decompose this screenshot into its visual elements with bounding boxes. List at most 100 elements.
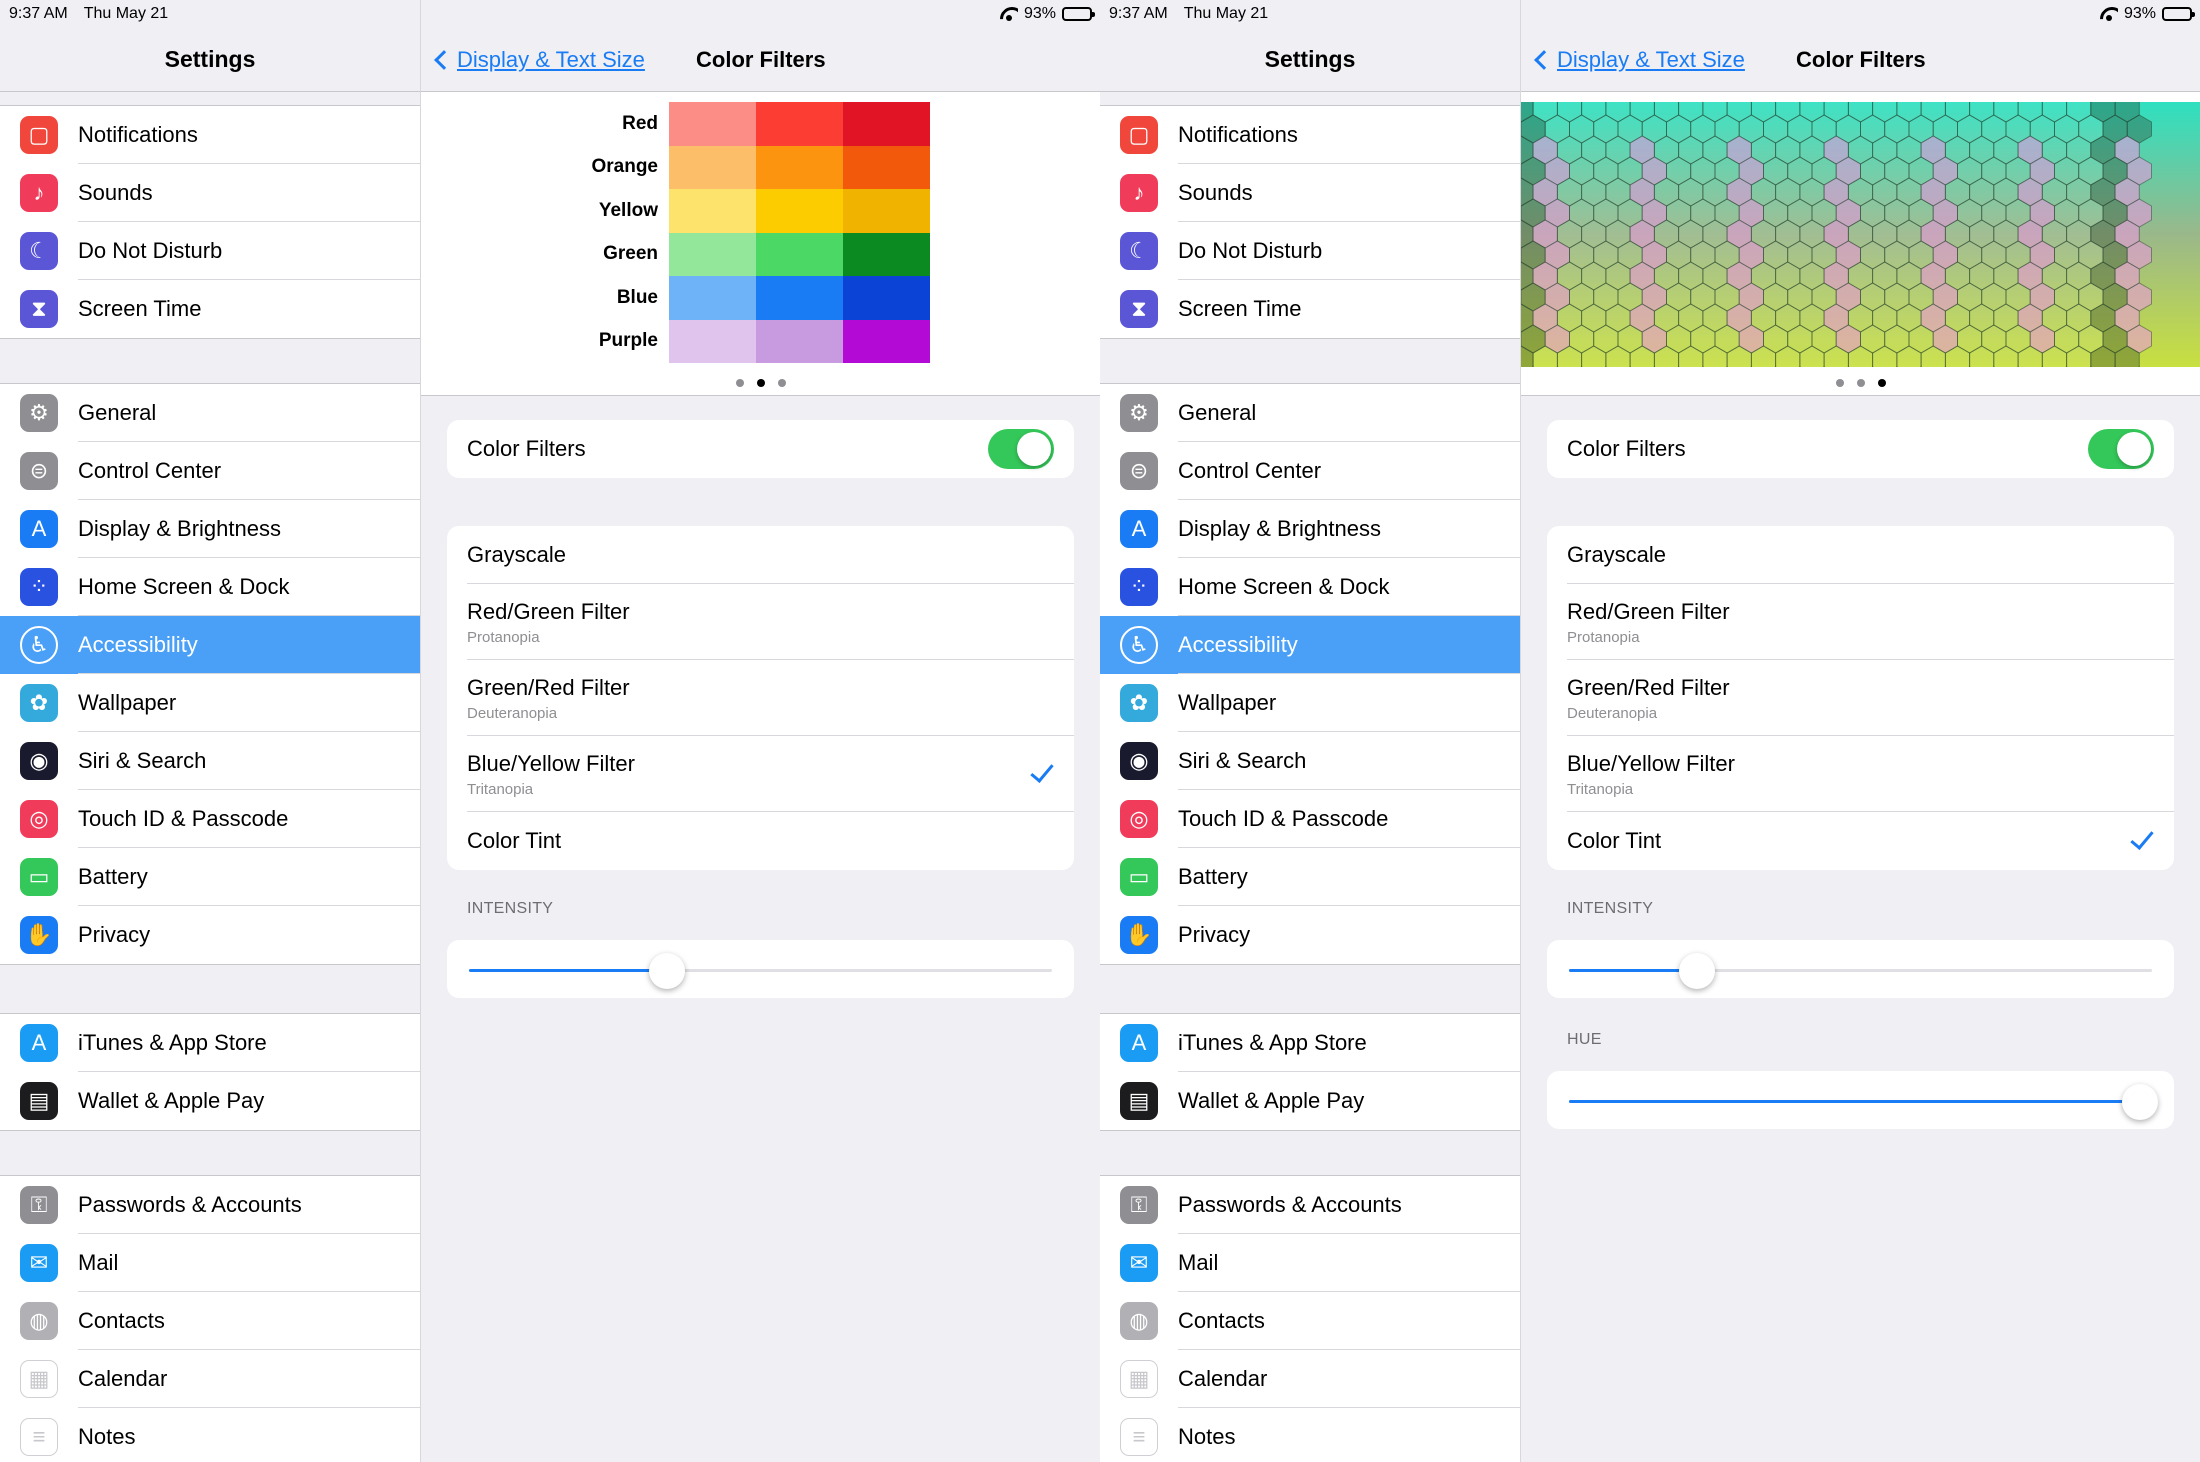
sidebar-title: Settings	[0, 28, 420, 92]
intensity-slider-card	[447, 940, 1074, 998]
sidebar-item-do-not-disturb[interactable]: ☾ Do Not Disturb	[0, 222, 420, 280]
sidebar-item-passwords-accounts[interactable]: ⚿ Passwords & Accounts	[1100, 1176, 1520, 1234]
color-swatch	[669, 189, 756, 233]
intensity-slider[interactable]	[1569, 952, 2152, 989]
sidebar-item-label: iTunes & App Store	[1178, 1030, 1367, 1055]
sidebar-item-accessibility[interactable]: ♿ Accessibility	[0, 616, 420, 674]
sidebar-item-general[interactable]: ⚙ General	[1100, 384, 1520, 442]
filter-option-color-tint[interactable]: Color Tint	[1547, 812, 2174, 870]
color-swatch	[843, 145, 930, 189]
slider-fill	[1569, 969, 1698, 972]
intensity-slider[interactable]	[469, 952, 1052, 989]
intensity-slider-thumb[interactable]	[1679, 952, 1716, 989]
filter-option-grayscale[interactable]: Grayscale	[1547, 526, 2174, 584]
sidebar-item-home-screen-dock[interactable]: ⁘ Home Screen & Dock	[0, 558, 420, 616]
sidebar-item-display-brightness[interactable]: A Display & Brightness	[0, 500, 420, 558]
wallet-icon: ▤	[1120, 1082, 1158, 1120]
sidebar-item-label: General	[1178, 400, 1257, 425]
sidebar-item-label: Display & Brightness	[78, 516, 281, 541]
filter-option-green-red-filter[interactable]: Green/Red Filter Deuteranopia	[1547, 660, 2174, 736]
back-button[interactable]: Display & Text Size	[1534, 28, 1745, 92]
hue-slider[interactable]	[1569, 1083, 2159, 1120]
sidebar-item-wallpaper[interactable]: ✿ Wallpaper	[1100, 674, 1520, 732]
battery-percent: 93%	[1023, 5, 1056, 22]
tinted-hexagon-image	[1521, 102, 2200, 367]
color-filters-toggle[interactable]	[2088, 429, 2154, 469]
sidebar-item-notes[interactable]: ≡ Notes	[1100, 1408, 1520, 1462]
sidebar-item-general[interactable]: ⚙ General	[0, 384, 420, 442]
sidebar-item-battery[interactable]: ▭ Battery	[0, 848, 420, 906]
filter-preview[interactable]	[1521, 92, 2200, 396]
filter-option-red-green-filter[interactable]: Red/Green Filter Protanopia	[447, 584, 1074, 660]
sidebar-item-notifications[interactable]: ▢ Notifications	[1100, 106, 1520, 164]
sidebar-item-label: Passwords & Accounts	[78, 1192, 302, 1217]
hourglass-icon: ⧗	[1120, 290, 1158, 328]
filter-option-blue-yellow-filter[interactable]: Blue/Yellow Filter Tritanopia	[1547, 736, 2174, 812]
sidebar-item-mail[interactable]: ✉ Mail	[1100, 1234, 1520, 1292]
filter-option-blue-yellow-filter[interactable]: Blue/Yellow Filter Tritanopia	[447, 736, 1074, 812]
sidebar-item-control-center[interactable]: ⊜ Control Center	[1100, 442, 1520, 500]
hue-slider-thumb[interactable]	[2122, 1083, 2159, 1120]
sidebar-item-label: General	[78, 400, 157, 425]
sidebar-item-wallet-apple-pay[interactable]: ▤ Wallet & Apple Pay	[1100, 1072, 1520, 1130]
battery-status-icon	[2162, 7, 2195, 21]
sidebar-item-touch-id-passcode[interactable]: ◎ Touch ID & Passcode	[1100, 790, 1520, 848]
sidebar-item-accessibility[interactable]: ♿ Accessibility	[1100, 616, 1520, 674]
filter-preview[interactable]: Red Orange Yellow Green Blue Purple	[421, 92, 1100, 396]
app-store-icon: A	[1120, 1024, 1158, 1062]
filter-text: Red/Green Filter Protanopia	[1567, 599, 1730, 646]
checkmark-icon	[2130, 825, 2154, 850]
color-label: Purple	[598, 330, 658, 352]
sidebar-item-mail[interactable]: ✉ Mail	[0, 1234, 420, 1292]
sidebar-item-contacts[interactable]: ◍ Contacts	[1100, 1292, 1520, 1350]
sidebar-item-display-brightness[interactable]: A Display & Brightness	[1100, 500, 1520, 558]
sidebar-item-control-center[interactable]: ⊜ Control Center	[0, 442, 420, 500]
sidebar-item-label: Control Center	[78, 458, 222, 483]
sidebar-item-contacts[interactable]: ◍ Contacts	[0, 1292, 420, 1350]
sidebar-item-itunes-app-store[interactable]: AiTunes & App Store	[0, 1014, 420, 1072]
back-button[interactable]: Display & Text Size	[434, 28, 645, 92]
battery-status-icon	[1062, 7, 1095, 21]
sidebar-item-do-not-disturb[interactable]: ☾ Do Not Disturb	[1100, 222, 1520, 280]
sidebar-item-label: Calendar	[1178, 1366, 1268, 1391]
filter-option-color-tint[interactable]: Color Tint	[447, 812, 1074, 870]
sidebar-item-itunes-app-store[interactable]: AiTunes & App Store	[1100, 1014, 1520, 1072]
sidebar-item-screen-time[interactable]: ⧗ Screen Time	[1100, 280, 1520, 338]
sidebar-item-label: Siri & Search	[78, 748, 207, 773]
sidebar-item-wallpaper[interactable]: ✿ Wallpaper	[0, 674, 420, 732]
sidebar-item-touch-id-passcode[interactable]: ◎ Touch ID & Passcode	[0, 790, 420, 848]
sidebar-item-battery[interactable]: ▭ Battery	[1100, 848, 1520, 906]
sidebar-item-label: Do Not Disturb	[1178, 238, 1323, 263]
sidebar-item-passwords-accounts[interactable]: ⚿ Passwords & Accounts	[0, 1176, 420, 1234]
color-filters-toggle[interactable]	[988, 429, 1054, 469]
intensity-slider-thumb[interactable]	[649, 952, 686, 989]
sidebar-item-sounds[interactable]: ♪ Sounds	[0, 164, 420, 222]
page-indicator[interactable]	[1835, 379, 1886, 387]
filter-option-grayscale[interactable]: Grayscale	[447, 526, 1074, 584]
moon-icon: ☾	[1120, 232, 1158, 270]
status-time: 9:37 AM	[9, 5, 68, 22]
sidebar-item-notes[interactable]: ≡ Notes	[0, 1408, 420, 1462]
sidebar-item-calendar[interactable]: ▦ Calendar	[1100, 1350, 1520, 1408]
sidebar-item-notifications[interactable]: ▢ Notifications	[0, 106, 420, 164]
sidebar-item-privacy[interactable]: ✋ Privacy	[0, 906, 420, 964]
sidebar-item-label: Mail	[78, 1250, 119, 1275]
page-indicator[interactable]	[735, 379, 786, 387]
sidebar-item-label: Battery	[1178, 864, 1248, 889]
filter-label: Red/Green Filter	[467, 598, 630, 624]
filter-option-red-green-filter[interactable]: Red/Green Filter Protanopia	[1547, 584, 2174, 660]
sidebar-item-screen-time[interactable]: ⧗ Screen Time	[0, 280, 420, 338]
contacts-icon: ◍	[1120, 1302, 1158, 1340]
filter-option-green-red-filter[interactable]: Green/Red Filter Deuteranopia	[447, 660, 1074, 736]
sidebar-item-siri-search[interactable]: ◉ Siri & Search	[0, 732, 420, 790]
sidebar-item-home-screen-dock[interactable]: ⁘ Home Screen & Dock	[1100, 558, 1520, 616]
fingerprint-icon: ◎	[1120, 800, 1158, 838]
sidebar-item-sounds[interactable]: ♪ Sounds	[1100, 164, 1520, 222]
sidebar-item-calendar[interactable]: ▦ Calendar	[0, 1350, 420, 1408]
sidebar-item-siri-search[interactable]: ◉ Siri & Search	[1100, 732, 1520, 790]
color-label: Green	[603, 243, 658, 265]
filter-label: Blue/Yellow Filter	[1567, 750, 1735, 776]
sidebar-item-wallet-apple-pay[interactable]: ▤ Wallet & Apple Pay	[0, 1072, 420, 1130]
sidebar-item-privacy[interactable]: ✋ Privacy	[1100, 906, 1520, 964]
display-icon: A	[20, 510, 58, 548]
